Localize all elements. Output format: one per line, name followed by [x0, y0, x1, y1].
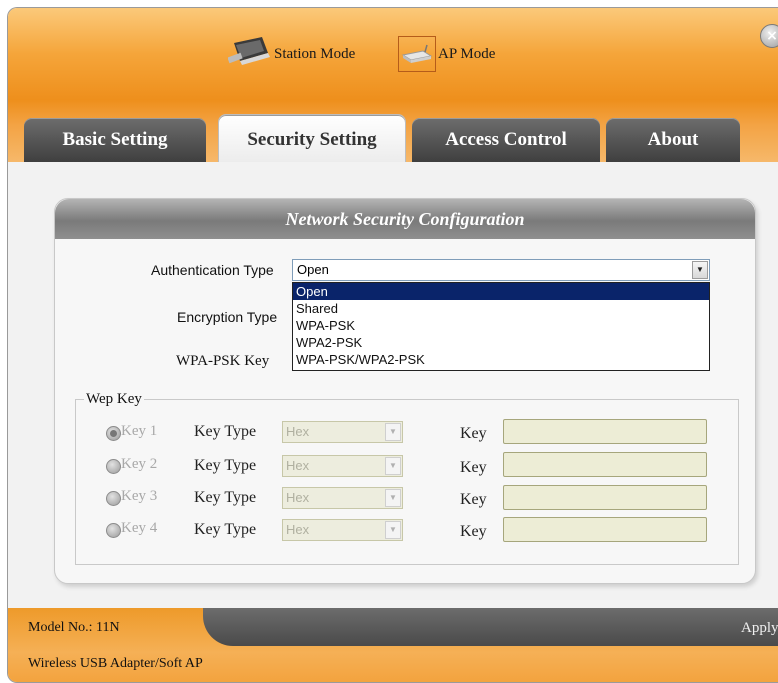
tab-security-setting[interactable]: Security Setting: [218, 114, 406, 165]
chevron-down-icon: ▼: [385, 423, 401, 441]
close-icon[interactable]: ×: [760, 24, 778, 48]
auth-option-wpa-psk[interactable]: WPA-PSK: [293, 317, 709, 334]
key1-type-select[interactable]: Hex ▼: [282, 421, 403, 443]
key4-radio[interactable]: [106, 523, 121, 538]
auth-type-value: Open: [297, 262, 329, 277]
key4-input[interactable]: [503, 517, 707, 542]
ap-mode-button[interactable]: AP Mode: [398, 36, 495, 72]
wep-key-group: Wep Key Key 1 Key Type Hex ▼ Key Key 2 K…: [75, 391, 739, 565]
app-window: Station Mode AP Mode × Basic Setting Sec…: [7, 7, 778, 683]
wep-key-legend: Wep Key: [84, 391, 144, 408]
content-area: Network Security Configuration Authentic…: [8, 162, 778, 610]
key2-type-value: Hex: [286, 458, 310, 473]
chevron-down-icon: ▼: [385, 489, 401, 507]
tab-basic-setting[interactable]: Basic Setting: [24, 118, 206, 162]
key1-radio-label: Key 1: [121, 423, 158, 439]
key1-label: Key: [460, 425, 487, 442]
key4-label: Key: [460, 523, 487, 540]
auth-type-dropdown-list: Open Shared WPA-PSK WPA2-PSK WPA-PSK/WPA…: [292, 282, 710, 371]
key3-type-select[interactable]: Hex ▼: [282, 487, 403, 509]
wpa-psk-key-label: WPA-PSK Key: [176, 353, 270, 369]
key3-radio[interactable]: [106, 491, 121, 506]
key3-input[interactable]: [503, 485, 707, 510]
status-bar-gray-band: [203, 608, 778, 646]
key2-type-label: Key Type: [194, 457, 257, 474]
key1-type-label: Key Type: [194, 423, 257, 440]
station-mode-button[interactable]: Station Mode: [227, 35, 356, 74]
chevron-down-icon: ▼: [385, 457, 401, 475]
key2-radio-label: Key 2: [121, 456, 158, 472]
adapter-name-label: Wireless USB Adapter/Soft AP: [28, 656, 203, 671]
chevron-down-icon[interactable]: ▼: [692, 261, 708, 279]
station-mode-icon: [227, 35, 272, 74]
key2-radio[interactable]: [106, 459, 121, 474]
key1-input[interactable]: [503, 419, 707, 444]
key3-radio-label: Key 3: [121, 488, 158, 504]
auth-option-open[interactable]: Open: [293, 283, 709, 300]
key3-type-value: Hex: [286, 490, 310, 505]
key1-radio[interactable]: [106, 426, 121, 441]
ap-mode-label: AP Mode: [438, 45, 496, 62]
panel-title: Network Security Configuration: [285, 208, 525, 229]
mode-bar: Station Mode AP Mode ×: [8, 8, 778, 100]
key2-label: Key: [460, 459, 487, 476]
tab-about[interactable]: About: [606, 118, 740, 162]
ap-mode-icon: [398, 36, 436, 72]
key1-type-value: Hex: [286, 424, 310, 439]
tab-bar: Basic Setting Security Setting Access Co…: [8, 100, 778, 165]
key3-type-label: Key Type: [194, 489, 257, 506]
key4-radio-label: Key 4: [121, 520, 158, 536]
key2-type-select[interactable]: Hex ▼: [282, 455, 403, 477]
model-number-label: Model No.: 11N: [28, 620, 120, 635]
panel-header: Network Security Configuration: [55, 199, 755, 239]
key4-type-value: Hex: [286, 522, 310, 537]
tab-access-control[interactable]: Access Control: [412, 118, 600, 162]
key2-input[interactable]: [503, 452, 707, 477]
apply-button[interactable]: Apply: [741, 620, 778, 637]
auth-type-select[interactable]: Open ▼: [292, 259, 710, 281]
station-mode-label: Station Mode: [274, 45, 356, 62]
auth-option-wpa-wpa2-psk[interactable]: WPA-PSK/WPA2-PSK: [293, 351, 709, 368]
key3-label: Key: [460, 491, 487, 508]
auth-option-shared[interactable]: Shared: [293, 300, 709, 317]
chevron-down-icon: ▼: [385, 521, 401, 539]
auth-option-wpa2-psk[interactable]: WPA2-PSK: [293, 334, 709, 351]
encryption-type-label: Encryption Type: [177, 309, 278, 325]
key4-type-label: Key Type: [194, 521, 257, 538]
auth-type-label: Authentication Type: [151, 262, 274, 278]
status-bar: Model No.: 11N Apply Wireless USB Adapte…: [8, 608, 778, 682]
key4-type-select[interactable]: Hex ▼: [282, 519, 403, 541]
security-panel: Network Security Configuration Authentic…: [54, 198, 756, 584]
